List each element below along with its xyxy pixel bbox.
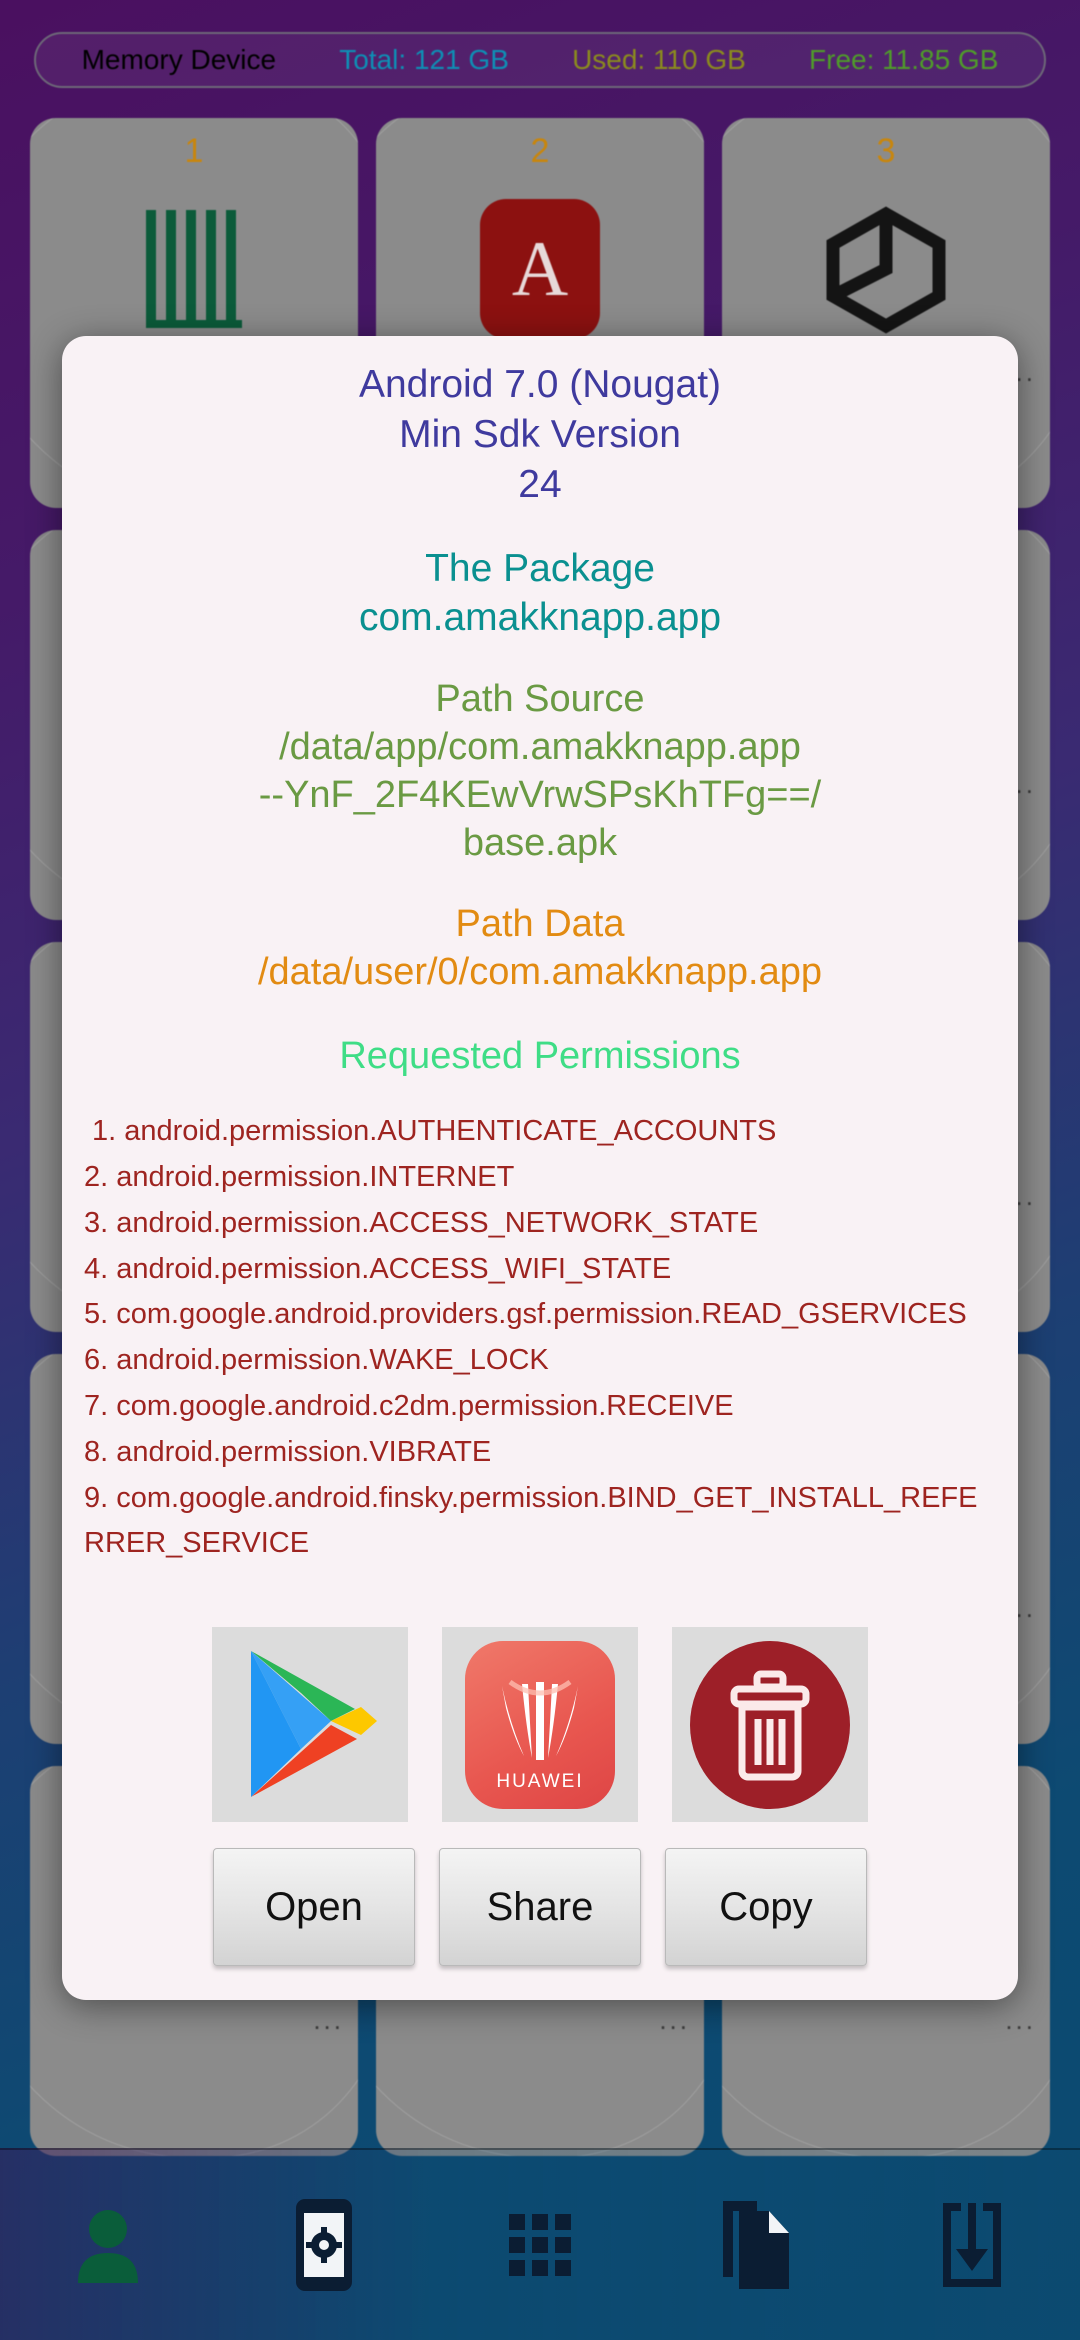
dialog-action-row: Open Share Copy	[62, 1822, 1018, 2000]
permission-item: 1. android.permission.AUTHENTICATE_ACCOU…	[92, 1115, 777, 1148]
unity-icon	[826, 206, 946, 334]
nav-apps-grid-icon[interactable]	[480, 2185, 600, 2305]
memory-free: Free: 11.85 GB	[809, 44, 999, 75]
copy-button[interactable]: Copy	[665, 1848, 867, 1966]
permission-item: 3. android.permission.ACCESS_NETWORK_STA…	[84, 1206, 759, 1239]
permission-item: 4. android.permission.ACCESS_WIFI_STATE	[84, 1252, 672, 1285]
app-card-number: 2	[530, 132, 550, 170]
huawei-wordmark: HUAWEI	[496, 1771, 584, 1793]
bottom-navigation-bar	[0, 2148, 1080, 2340]
quran-icon	[146, 210, 242, 328]
app-card-number: 1	[184, 132, 204, 170]
permission-item: 9. com.google.android.finsky.permission.…	[84, 1481, 978, 1560]
open-button[interactable]: Open	[213, 1848, 415, 1966]
path-source-label: Path Source	[435, 677, 645, 720]
permission-item: 2. android.permission.INTERNET	[84, 1160, 515, 1193]
permissions-header-block: Requested Permissions	[84, 1033, 996, 1081]
path-source-block: Path Source /data/app/com.amakknapp.app …	[84, 676, 996, 868]
package-label: The Package	[425, 546, 655, 590]
apk-info-dialog: Android 7.0 (Nougat) Min Sdk Version 24 …	[62, 336, 1018, 2000]
app-card-icon: A	[470, 199, 610, 339]
share-button[interactable]: Share	[439, 1848, 641, 1966]
pdf-icon: A	[480, 199, 600, 339]
permission-item: 7. com.google.android.c2dm.permission.RE…	[84, 1389, 734, 1422]
delete-button[interactable]	[672, 1627, 868, 1822]
permissions-label: Requested Permissions	[339, 1035, 741, 1078]
memory-total: Total: 121 GB	[339, 44, 509, 75]
dialog-scroll-area[interactable]: Android 7.0 (Nougat) Min Sdk Version 24 …	[62, 336, 1018, 1822]
package-block: The Package com.amakknapp.app	[84, 544, 996, 642]
permissions-list: 1. android.permission.AUTHENTICATE_ACCOU…	[84, 1109, 996, 1567]
path-source-line-2: --YnF_2F4KEwVrwSPsKhTFg==/	[258, 773, 822, 816]
app-card-icon	[124, 199, 264, 339]
huawei-appgallery-icon: HUAWEI	[465, 1641, 615, 1810]
app-card-overflow-icon[interactable]: ...	[313, 2005, 344, 2036]
app-card-icon	[816, 199, 956, 339]
nav-download-icon[interactable]	[912, 2185, 1032, 2305]
google-play-button[interactable]	[212, 1627, 408, 1822]
permission-item: 8. android.permission.VIBRATE	[84, 1435, 492, 1468]
nav-files-icon[interactable]	[696, 2185, 816, 2305]
nav-person-icon[interactable]	[48, 2185, 168, 2305]
min-sdk-label: Min Sdk Version	[399, 412, 681, 456]
path-data-label: Path Data	[455, 903, 625, 946]
app-card-overflow-icon[interactable]: ...	[659, 2005, 690, 2036]
app-card-number: 3	[876, 132, 896, 170]
permission-item: 6. android.permission.WAKE_LOCK	[84, 1344, 549, 1377]
app-card-overflow-icon[interactable]: ...	[1005, 2005, 1036, 2036]
path-source-line-3: base.apk	[462, 821, 618, 864]
memory-used: Used: 110 GB	[572, 44, 746, 75]
path-source-line-1: /data/app/com.amakknapp.app	[279, 725, 801, 768]
permission-item: 5. com.google.android.providers.gsf.perm…	[84, 1298, 967, 1331]
android-version-text: Android 7.0 (Nougat)	[358, 363, 722, 406]
store-button-row: HUAWEI	[84, 1627, 996, 1822]
package-value: com.amakknapp.app	[358, 595, 722, 639]
google-play-icon	[251, 1651, 377, 1798]
nav-device-settings-icon[interactable]	[264, 2185, 384, 2305]
huawei-appgallery-button[interactable]: HUAWEI	[442, 1627, 638, 1822]
min-sdk-value: 24	[518, 462, 562, 506]
delete-trash-icon	[690, 1641, 850, 1810]
phone-screen: Memory Device Total: 121 GB Used: 110 GB…	[0, 0, 1080, 2340]
sdk-block: Android 7.0 (Nougat) Min Sdk Version 24	[84, 360, 996, 510]
path-data-value: /data/user/0/com.amakknapp.app	[257, 951, 822, 994]
memory-label: Memory Device	[81, 44, 277, 75]
memory-device-bar: Memory Device Total: 121 GB Used: 110 GB…	[34, 32, 1046, 88]
path-data-block: Path Data /data/user/0/com.amakknapp.app	[84, 901, 996, 997]
